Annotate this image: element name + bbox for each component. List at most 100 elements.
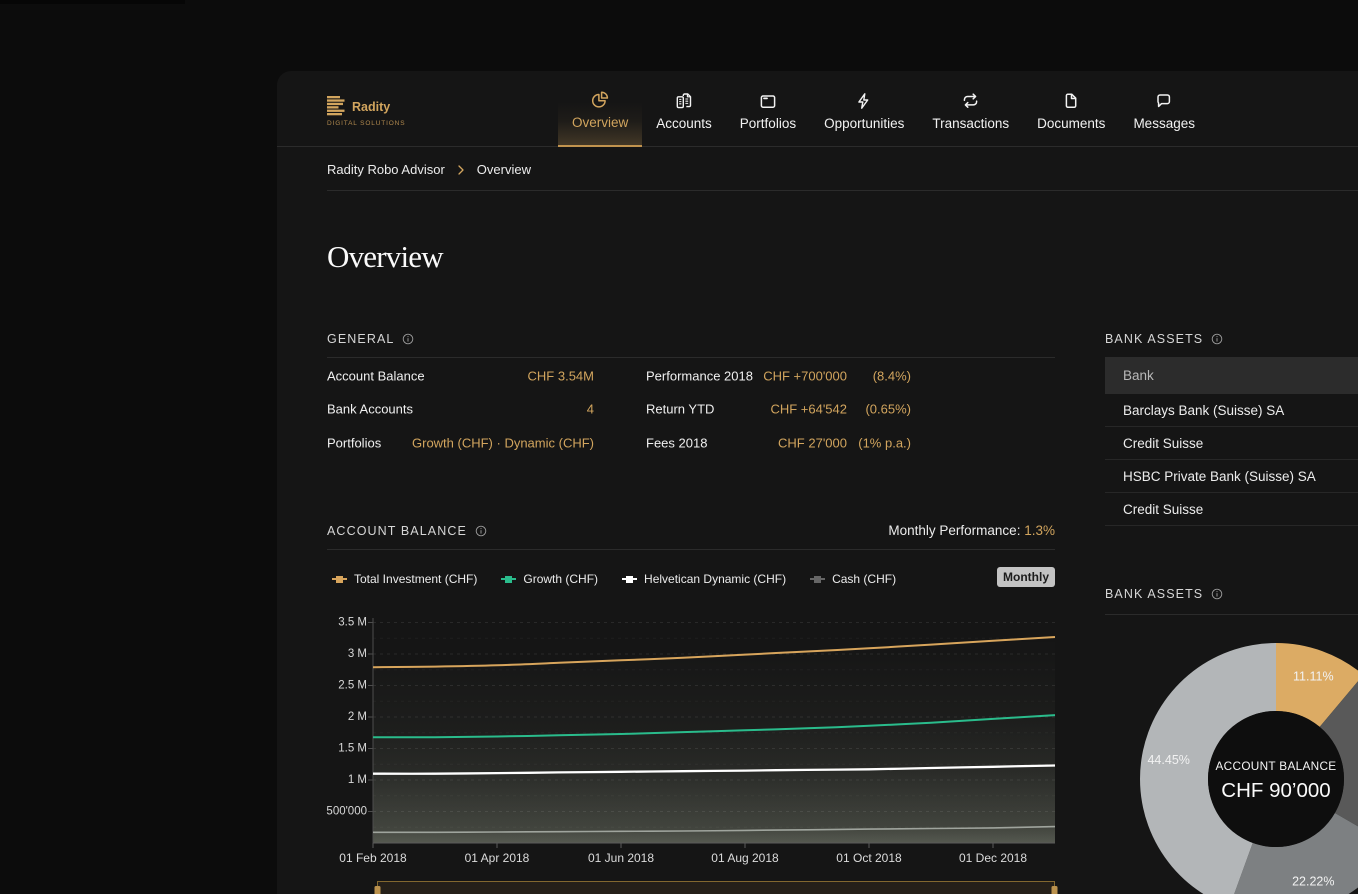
legend-marker <box>810 574 825 584</box>
nav-tabs: Overview Accounts Portfolios Opportunities T… <box>558 71 1209 147</box>
legend-marker <box>622 574 637 584</box>
app-background: Radity DIGITAL SOLUTIONS Overview Account… <box>0 0 1358 894</box>
general-row: Bank Accounts 4 Return YTD CHF +64'542 (0.65… <box>327 393 1055 427</box>
donut-slice-label: 44.45% <box>1147 753 1189 767</box>
pie-chart-icon <box>591 91 609 109</box>
svg-text:2 M: 2 M <box>348 711 367 723</box>
general-label: Portfolios <box>327 435 381 450</box>
brand-name: Radity <box>352 100 390 114</box>
bank-assets-donut-chart[interactable]: 11.11%22.22%44.45%ACCOUNT BALANCECHF 90’… <box>1136 639 1358 894</box>
legend-label: Total Investment (CHF) <box>354 572 477 586</box>
general-value: 4 <box>587 402 594 417</box>
tab-label: Messages <box>1133 116 1195 131</box>
top-navigation-bar: Radity DIGITAL SOLUTIONS Overview Account… <box>277 71 1358 147</box>
svg-text:01 Jun 2018: 01 Jun 2018 <box>588 851 654 865</box>
info-icon[interactable] <box>1211 333 1223 345</box>
breadcrumb-divider <box>327 190 1358 191</box>
legend-label: Helvetican Dynamic (CHF) <box>644 572 786 586</box>
general-row: Account Balance CHF 3.54M Performance 2018… <box>327 359 1055 393</box>
general-row: Portfolios Growth (CHF) · Dynamic (CHF) Fe… <box>327 426 1055 460</box>
svg-text:01 Oct 2018: 01 Oct 2018 <box>836 851 902 865</box>
info-icon[interactable] <box>402 333 414 345</box>
tab-label: Overview <box>572 115 628 130</box>
tab-label: Portfolios <box>740 116 796 131</box>
top-left-strip <box>0 0 185 4</box>
bank-row[interactable]: Credit Suisse <box>1105 493 1358 526</box>
tab-messages[interactable]: Messages <box>1119 71 1209 147</box>
bank-row[interactable]: Credit Suisse <box>1105 427 1358 460</box>
invoice-icon <box>675 92 693 110</box>
tab-label: Opportunities <box>824 116 904 131</box>
folder-icon <box>759 92 777 110</box>
svg-text:01 Apr 2018: 01 Apr 2018 <box>465 851 530 865</box>
tab-documents[interactable]: Documents <box>1023 71 1119 147</box>
legend-marker <box>501 574 516 584</box>
tab-label: Transactions <box>932 116 1009 131</box>
svg-text:01 Feb 2018: 01 Feb 2018 <box>339 851 407 865</box>
monthly-mode-button[interactable]: Monthly <box>997 567 1055 587</box>
chat-icon <box>1155 92 1173 110</box>
info-icon[interactable] <box>1211 588 1223 600</box>
general-value: CHF 27'000 <box>778 435 847 450</box>
svg-text:1.5 M: 1.5 M <box>338 743 367 755</box>
tab-opportunities[interactable]: Opportunities <box>810 71 918 147</box>
general-value: CHF 3.54M <box>528 368 594 383</box>
monthly-performance-label: Monthly Performance: <box>888 523 1020 538</box>
tab-transactions[interactable]: Transactions <box>918 71 1023 147</box>
general-label: Bank Accounts <box>327 402 413 417</box>
general-value: Growth (CHF) · Dynamic (CHF) <box>412 435 594 450</box>
chevron-right-icon <box>458 165 464 175</box>
balance-section-title: ACCOUNT BALANCE <box>327 524 467 538</box>
bank-assets-donut-title: BANK ASSETS <box>1105 587 1203 601</box>
tab-label: Documents <box>1037 116 1105 131</box>
bank-row[interactable]: HSBC Private Bank (Suisse) SA <box>1105 460 1358 493</box>
general-percent: (0.65%) <box>865 402 911 417</box>
chart-legend: Total Investment (CHF) Growth (CHF) Helvet… <box>327 569 1055 589</box>
info-icon[interactable] <box>475 525 487 537</box>
breadcrumb: Radity Robo Advisor Overview <box>277 148 1358 191</box>
svg-text:1 M: 1 M <box>348 774 367 786</box>
legend-label: Cash (CHF) <box>832 572 896 586</box>
legend-item[interactable]: Total Investment (CHF) <box>332 572 477 586</box>
donut-slice-label: 11.11% <box>1293 670 1334 684</box>
general-percent: (8.4%) <box>873 368 911 383</box>
general-value: CHF +64'542 <box>770 402 847 417</box>
general-label: Performance 2018 <box>646 368 753 383</box>
general-section: GENERAL Account Balance CHF 3.54M Performa… <box>327 330 1055 460</box>
breadcrumb-current: Overview <box>477 162 531 177</box>
donut-slice-label: 22.22% <box>1292 874 1334 888</box>
tab-label: Accounts <box>656 116 712 131</box>
general-label: Return YTD <box>646 402 714 417</box>
tab-portfolios[interactable]: Portfolios <box>726 71 810 147</box>
general-value: CHF +700'000 <box>763 368 847 383</box>
legend-item[interactable]: Cash (CHF) <box>810 572 896 586</box>
bank-assets-panel: BANK ASSETS Bank Barclays Bank (Suisse) … <box>1105 330 1358 526</box>
account-balance-chart[interactable]: 3.5 M3 M2.5 M2 M1.5 M1 M500'00001 Feb 20… <box>327 610 1055 894</box>
svg-text:3 M: 3 M <box>348 648 367 660</box>
breadcrumb-root[interactable]: Radity Robo Advisor <box>327 162 445 177</box>
bank-assets-donut-section: BANK ASSETS <box>1105 585 1358 615</box>
general-label: Fees 2018 <box>646 435 707 450</box>
app-panel: Radity DIGITAL SOLUTIONS Overview Account… <box>277 71 1358 894</box>
balance-divider <box>327 549 1055 550</box>
tab-overview[interactable]: Overview <box>558 71 642 147</box>
general-divider <box>327 357 1055 358</box>
legend-label: Growth (CHF) <box>523 572 598 586</box>
legend-item[interactable]: Growth (CHF) <box>501 572 598 586</box>
page-title: Overview <box>327 239 443 275</box>
legend-item[interactable]: Helvetican Dynamic (CHF) <box>622 572 786 586</box>
brand-tagline: DIGITAL SOLUTIONS <box>327 120 405 127</box>
bank-row[interactable]: Barclays Bank (Suisse) SA <box>1105 394 1358 427</box>
tab-accounts[interactable]: Accounts <box>642 71 726 147</box>
svg-text:3.5 M: 3.5 M <box>338 617 367 629</box>
datazoom-handle-right[interactable] <box>1052 886 1058 894</box>
donut-center-label: ACCOUNT BALANCE <box>1216 759 1337 773</box>
radity-logo[interactable]: Radity DIGITAL SOLUTIONS <box>327 96 405 127</box>
general-section-title: GENERAL <box>327 332 394 346</box>
datazoom-slider[interactable] <box>375 882 1058 894</box>
general-label: Account Balance <box>327 368 425 383</box>
legend-marker <box>332 574 347 584</box>
datazoom-handle-left[interactable] <box>375 886 381 894</box>
repeat-icon <box>962 92 980 110</box>
svg-text:2.5 M: 2.5 M <box>338 680 367 692</box>
